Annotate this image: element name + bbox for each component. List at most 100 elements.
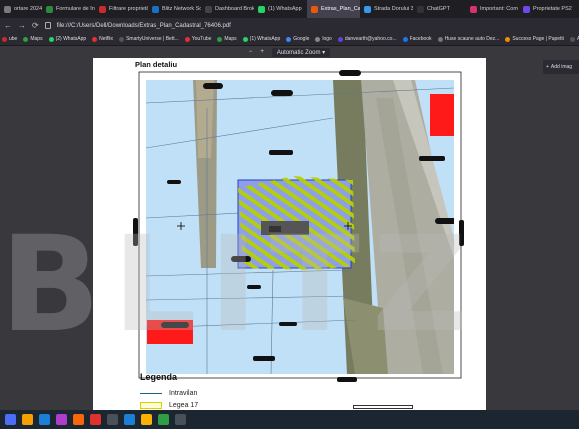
taskbar-app-icon[interactable] (175, 414, 186, 425)
tab-favicon-icon (258, 5, 265, 13)
bookmark-7[interactable]: (1) WhatsApp (242, 36, 281, 42)
bookmark-3[interactable]: Netflix (92, 36, 113, 42)
tab-5[interactable]: (1) WhatsApp (254, 0, 307, 18)
taskbar-app-icon[interactable] (90, 414, 101, 425)
url-text[interactable]: file:///C:/Users/Dell/Downloads/Extras_P… (57, 23, 231, 29)
tab-label: ortare 2024 (14, 6, 42, 12)
bookmark-0[interactable]: ube (2, 36, 17, 42)
bookmark-10[interactable]: danvearth@yahoo.co... (337, 36, 397, 42)
bookmark-label: SmartyUniverse | Bett... (126, 36, 179, 42)
bookmark-13[interactable]: Success Page | Papetti (505, 36, 564, 42)
tab-favicon-icon (523, 5, 530, 13)
bookmark-11[interactable]: Facebook (402, 36, 432, 42)
bookmark-14[interactable]: Alege un proiect (569, 36, 579, 42)
forward-icon[interactable]: → (18, 21, 26, 30)
bookmark-label: Huse scaune auto Dez... (444, 36, 500, 42)
back-icon[interactable]: ← (4, 21, 12, 30)
bookmark-6[interactable]: Maps (217, 36, 237, 42)
legend-title: Legenda (140, 372, 178, 382)
file-icon (44, 22, 51, 29)
tab-10[interactable]: Proprietate PS25 (519, 0, 572, 18)
taskbar (0, 410, 579, 429)
tab-label: ChatGPT (427, 6, 450, 12)
tab-label: Extras_Plan_Cadas (321, 6, 360, 12)
bookmark-12[interactable]: Huse scaune auto Dez... (437, 36, 500, 42)
legend-item-legea-17: Legea 17 (140, 402, 198, 409)
taskbar-app-icon[interactable] (73, 414, 84, 425)
bookmark-favicon-icon (337, 36, 343, 42)
bookmark-label: Facebook (409, 36, 432, 42)
bookmark-1[interactable]: Maps (23, 36, 43, 42)
tab-favicon-icon (99, 5, 106, 13)
bookmark-4[interactable]: SmartyUniverse | Bett... (119, 36, 179, 42)
taskbar-app-icon[interactable] (158, 414, 169, 425)
bookmark-favicon-icon (402, 36, 408, 42)
intravilan-line-icon (140, 393, 162, 394)
zoom-in-button[interactable]: + (260, 49, 264, 55)
taskbar-app-icon[interactable] (124, 414, 135, 425)
zoom-select[interactable]: Automatic Zoom ▾ (271, 47, 331, 57)
tab-label: Blitz Network Sol (162, 6, 201, 12)
bookmark-favicon-icon (217, 36, 223, 42)
reload-icon[interactable]: ⟳ (32, 21, 39, 30)
taskbar-app-icon[interactable] (107, 414, 118, 425)
tab-favicon-icon (4, 5, 11, 13)
tab-7[interactable]: Strada Dorului 3 (360, 0, 413, 18)
tab-label: Proprietate PS25 (533, 6, 572, 12)
bookmark-favicon-icon (242, 36, 248, 42)
bookmark-5[interactable]: YouTube (184, 36, 211, 42)
bookmark-favicon-icon (92, 36, 98, 42)
tab-favicon-icon (205, 5, 212, 13)
cadastral-map (133, 70, 464, 382)
bookmark-label: Success Page | Papetti (512, 36, 564, 42)
tab-4[interactable]: Dashboard Broke (201, 0, 254, 18)
pdf-viewer[interactable]: Plan detaliu Legenda Intravilan Legea 17… (0, 58, 579, 410)
add-image-button[interactable]: + Add imag (543, 60, 579, 74)
pdf-toolbar: − + Automatic Zoom ▾ (0, 46, 579, 58)
taskbar-app-icon[interactable] (56, 414, 67, 425)
legea-17-swatch-icon (140, 402, 162, 409)
bookmark-label: Maps (224, 36, 237, 42)
taskbar-app-icon[interactable] (39, 414, 50, 425)
pdf-page: Plan detaliu Legenda Intravilan Legea 17 (93, 58, 486, 410)
bookmark-label: (2) WhatsApp (55, 36, 87, 42)
bookmark-favicon-icon (437, 36, 443, 42)
bookmark-favicon-icon (48, 36, 54, 42)
bookmark-9[interactable]: logo (315, 36, 332, 42)
tab-2[interactable]: Filtrare proprietă (95, 0, 148, 18)
zoom-select-label: Automatic Zoom (276, 49, 321, 56)
taskbar-app-icon[interactable] (5, 414, 16, 425)
legend-item-label: Intravilan (169, 390, 198, 397)
bookmark-favicon-icon (2, 36, 7, 42)
bookmark-favicon-icon (286, 36, 292, 42)
tab-8[interactable]: ChatGPT (413, 0, 466, 18)
tab-favicon-icon (152, 5, 159, 13)
tab-favicon-icon (311, 5, 318, 13)
tab-label: Filtrare proprietă (109, 6, 148, 12)
bookmark-label: danvearth@yahoo.co... (344, 36, 397, 42)
tab-label: Strada Dorului 3 (374, 6, 413, 12)
tab-6[interactable]: Extras_Plan_Cadas✕ (307, 0, 360, 18)
zoom-out-button[interactable]: − (249, 49, 253, 55)
bookmark-favicon-icon (184, 36, 190, 42)
bookmark-8[interactable]: Google (286, 36, 309, 42)
tab-label: (1) WhatsApp (268, 6, 302, 12)
tab-label: Formulare de înt (56, 6, 95, 12)
tab-bar: ortare 2024 Formulare de înt Filtrare prop… (0, 0, 579, 18)
legend-item-label: Legea 17 (169, 402, 199, 409)
taskbar-app-icon[interactable] (22, 414, 33, 425)
taskbar-app-icon[interactable] (141, 414, 152, 425)
tab-favicon-icon (46, 5, 53, 13)
bookmark-2[interactable]: (2) WhatsApp (48, 36, 87, 42)
tab-9[interactable]: Important: Com (466, 0, 519, 18)
tab-favicon-icon (364, 5, 371, 13)
tab-3[interactable]: Blitz Network Sol (148, 0, 201, 18)
bookmark-label: (1) WhatsApp (249, 36, 281, 42)
tab-0[interactable]: ortare 2024 (0, 0, 42, 18)
tab-1[interactable]: Formulare de înt (42, 0, 95, 18)
tab-label: Important: Com (480, 6, 518, 12)
bookmark-favicon-icon (315, 36, 321, 42)
bookmarks-bar: ube Maps (2) WhatsApp Netflix SmartyUniverse… (0, 33, 579, 46)
bookmark-label: ube (9, 36, 18, 42)
bookmark-label: Netflix (99, 36, 114, 42)
